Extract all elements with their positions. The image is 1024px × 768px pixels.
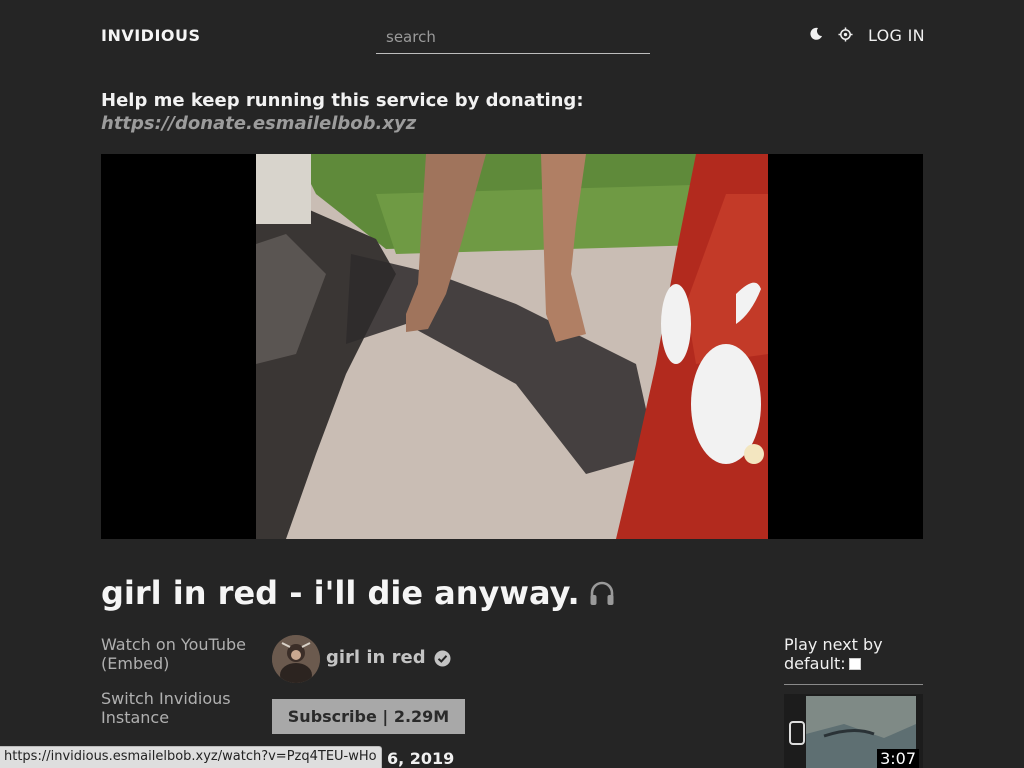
play-next-setting: Play next by default: bbox=[784, 635, 924, 673]
switch-instance-link[interactable]: Switch Invidious Instance bbox=[101, 689, 231, 727]
video-duration: 3:07 bbox=[877, 749, 919, 768]
switch-instance: Switch Invidious Instance bbox=[101, 689, 261, 727]
headphones-icon[interactable] bbox=[588, 577, 616, 615]
video-title-text: girl in red - i'll die anyway. bbox=[101, 574, 580, 612]
subscribe-button[interactable]: Subscribe | 2.29M bbox=[272, 699, 465, 734]
published-date: 6, 2019 bbox=[387, 749, 455, 768]
link-status-bar: https://invidious.esmailelbob.xyz/watch?… bbox=[0, 746, 382, 768]
search-input[interactable] bbox=[376, 20, 650, 54]
play-next-label: Play next by default: bbox=[784, 635, 883, 673]
watch-on-youtube: Watch on YouTube (Embed) bbox=[101, 635, 246, 673]
watch-on-youtube-link[interactable]: Watch on YouTube bbox=[101, 635, 246, 654]
brand-logo[interactable]: INVIDIOUS bbox=[101, 26, 201, 45]
next-video-thumbnail[interactable]: 3:07 bbox=[784, 694, 923, 768]
video-frame bbox=[256, 154, 768, 539]
login-link[interactable]: LOG IN bbox=[868, 26, 925, 45]
donation-message: Help me keep running this service by don… bbox=[101, 90, 584, 111]
video-player[interactable] bbox=[101, 154, 923, 539]
moon-icon[interactable] bbox=[809, 27, 825, 43]
page: INVIDIOUS LOG IN Help me keep running th… bbox=[0, 0, 1024, 768]
divider bbox=[784, 684, 923, 685]
video-title: girl in red - i'll die anyway. bbox=[101, 574, 616, 615]
channel-name[interactable]: girl in red bbox=[326, 647, 426, 668]
donation-link[interactable]: https://donate.esmailelbob.xyz bbox=[101, 113, 416, 134]
autoplay-checkbox[interactable] bbox=[848, 658, 861, 670]
gear-icon[interactable] bbox=[838, 27, 854, 43]
embed-link[interactable]: Embed bbox=[107, 654, 163, 673]
channel-avatar[interactable] bbox=[272, 635, 320, 683]
verified-icon bbox=[434, 650, 451, 671]
